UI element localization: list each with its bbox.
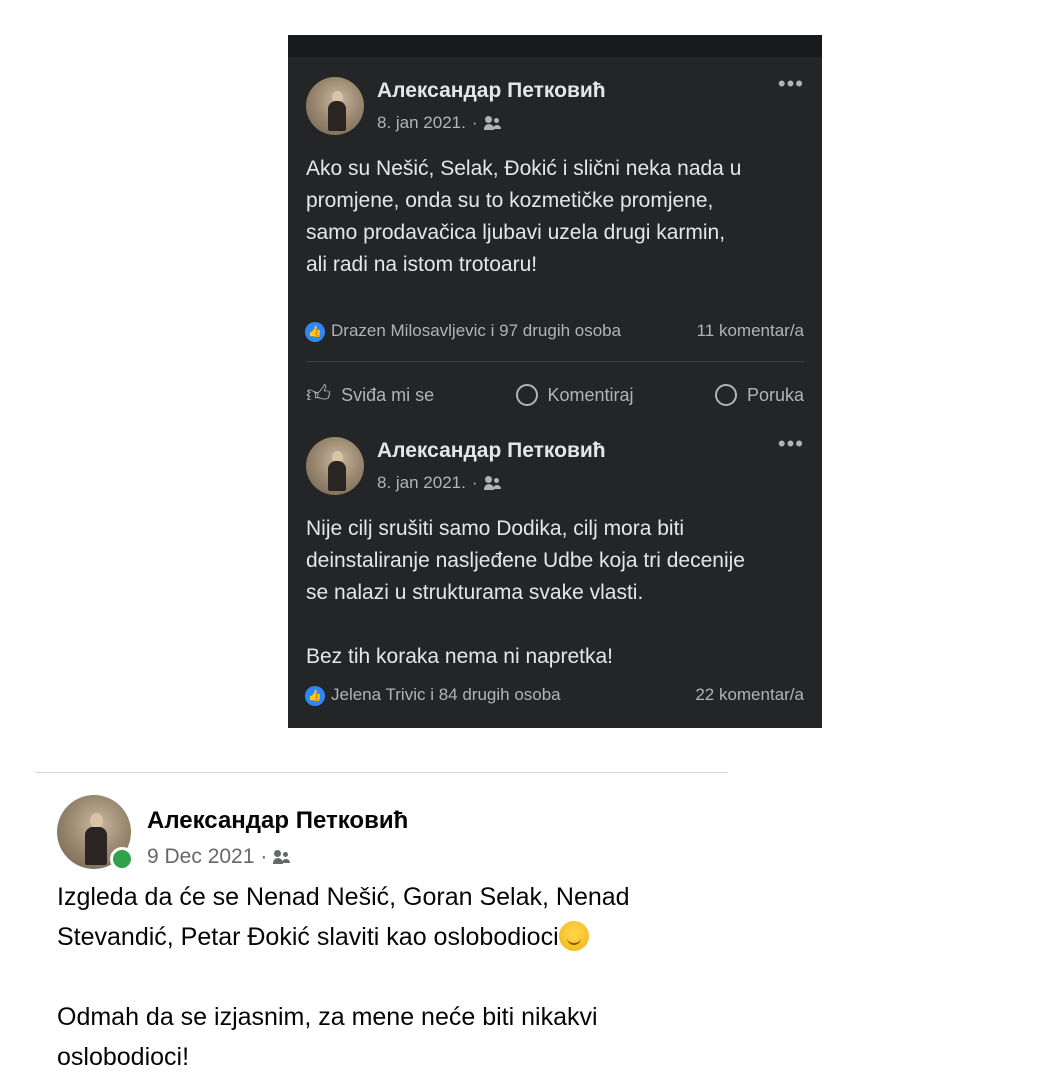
message-button[interactable]: Poruka — [714, 384, 804, 406]
friends-audience-icon — [273, 850, 291, 864]
action-bar: 👍︎ Sviđa mi se Komentiraj Poruka — [306, 381, 804, 409]
comments-count[interactable]: 11 komentar/a — [697, 321, 804, 341]
post-meta: 9 Dec 2021 · — [147, 845, 291, 869]
post-author[interactable]: Александар Петковић — [147, 807, 408, 835]
reactions-summary[interactable]: 👍 Drazen Milosavljevic i 97 drugih osoba — [305, 321, 621, 342]
comments-count[interactable]: 22 komentar/a — [695, 685, 804, 705]
like-reaction-icon: 👍 — [305, 685, 325, 706]
post-author[interactable]: Александар Петковић — [377, 439, 606, 463]
meta-separator: · — [471, 473, 478, 492]
thumbs-up-icon: 👍︎ — [306, 381, 332, 408]
reactions-row: 👍 Jelena Trivic i 84 drugih osoba 22 kome… — [305, 685, 804, 706]
avatar[interactable] — [306, 437, 364, 495]
reactions-summary[interactable]: 👍 Jelena Trivic i 84 drugih osoba — [305, 685, 561, 706]
post-card-light: Александар Петковић 9 Dec 2021 · Izgleda… — [0, 773, 1059, 1080]
comment-label: Komentiraj — [547, 384, 634, 405]
message-label: Poruka — [746, 384, 804, 405]
online-status-indicator — [110, 847, 134, 871]
reactions-text: Drazen Milosavljevic i 97 drugih osoba — [331, 321, 622, 340]
post-date[interactable]: 9 Dec 2021 — [147, 845, 254, 869]
reactions-row: 👍 Drazen Milosavljevic i 97 drugih osoba … — [305, 321, 804, 342]
post-author[interactable]: Александар Петковић — [377, 79, 606, 103]
reactions-text: Jelena Trivic i 84 drugih osoba — [331, 685, 561, 704]
more-options-icon[interactable]: ••• — [778, 73, 804, 95]
post-text: Izgleda da će se Nenad Nešić, Goran Sela… — [57, 877, 737, 1077]
post-text-part2: Odmah da se izjasnim, za mene neće biti … — [57, 1003, 598, 1071]
post-card: Александар Петковић 8. jan 2021. · ••• A… — [288, 57, 822, 419]
smiley-emoji-icon — [558, 921, 589, 951]
avatar[interactable] — [306, 77, 364, 135]
meta-separator: · — [471, 113, 478, 132]
post-card: Александар Петковић 8. jan 2021. · ••• N… — [288, 417, 822, 728]
post-text: Ako su Nešić, Selak, Đokić i slični neka… — [306, 157, 742, 276]
post-text-part1: Izgleda da će se Nenad Nešić, Goran Sela… — [57, 883, 630, 951]
messenger-icon — [714, 384, 737, 406]
friends-audience-icon — [483, 116, 502, 130]
post-date[interactable]: 8. jan 2021. — [377, 473, 466, 493]
comment-bubble-icon — [515, 384, 538, 406]
friends-audience-icon — [483, 476, 502, 490]
dark-screenshot-panel: Александар Петковић 8. jan 2021. · ••• A… — [288, 35, 822, 728]
like-label: Sviđa mi se — [341, 384, 435, 405]
divider — [306, 361, 804, 362]
like-reaction-icon: 👍 — [305, 321, 325, 342]
more-options-icon[interactable]: ••• — [778, 433, 804, 455]
comment-button[interactable]: Komentiraj — [515, 384, 634, 406]
meta-separator: · — [260, 845, 268, 868]
post-meta: 8. jan 2021. · — [377, 113, 502, 133]
like-button[interactable]: 👍︎ Sviđa mi se — [306, 381, 434, 409]
post-date[interactable]: 8. jan 2021. — [377, 113, 466, 133]
post-text: Nije cilj srušiti samo Dodika, cilj mora… — [306, 517, 745, 668]
post-meta: 8. jan 2021. · — [377, 473, 502, 493]
